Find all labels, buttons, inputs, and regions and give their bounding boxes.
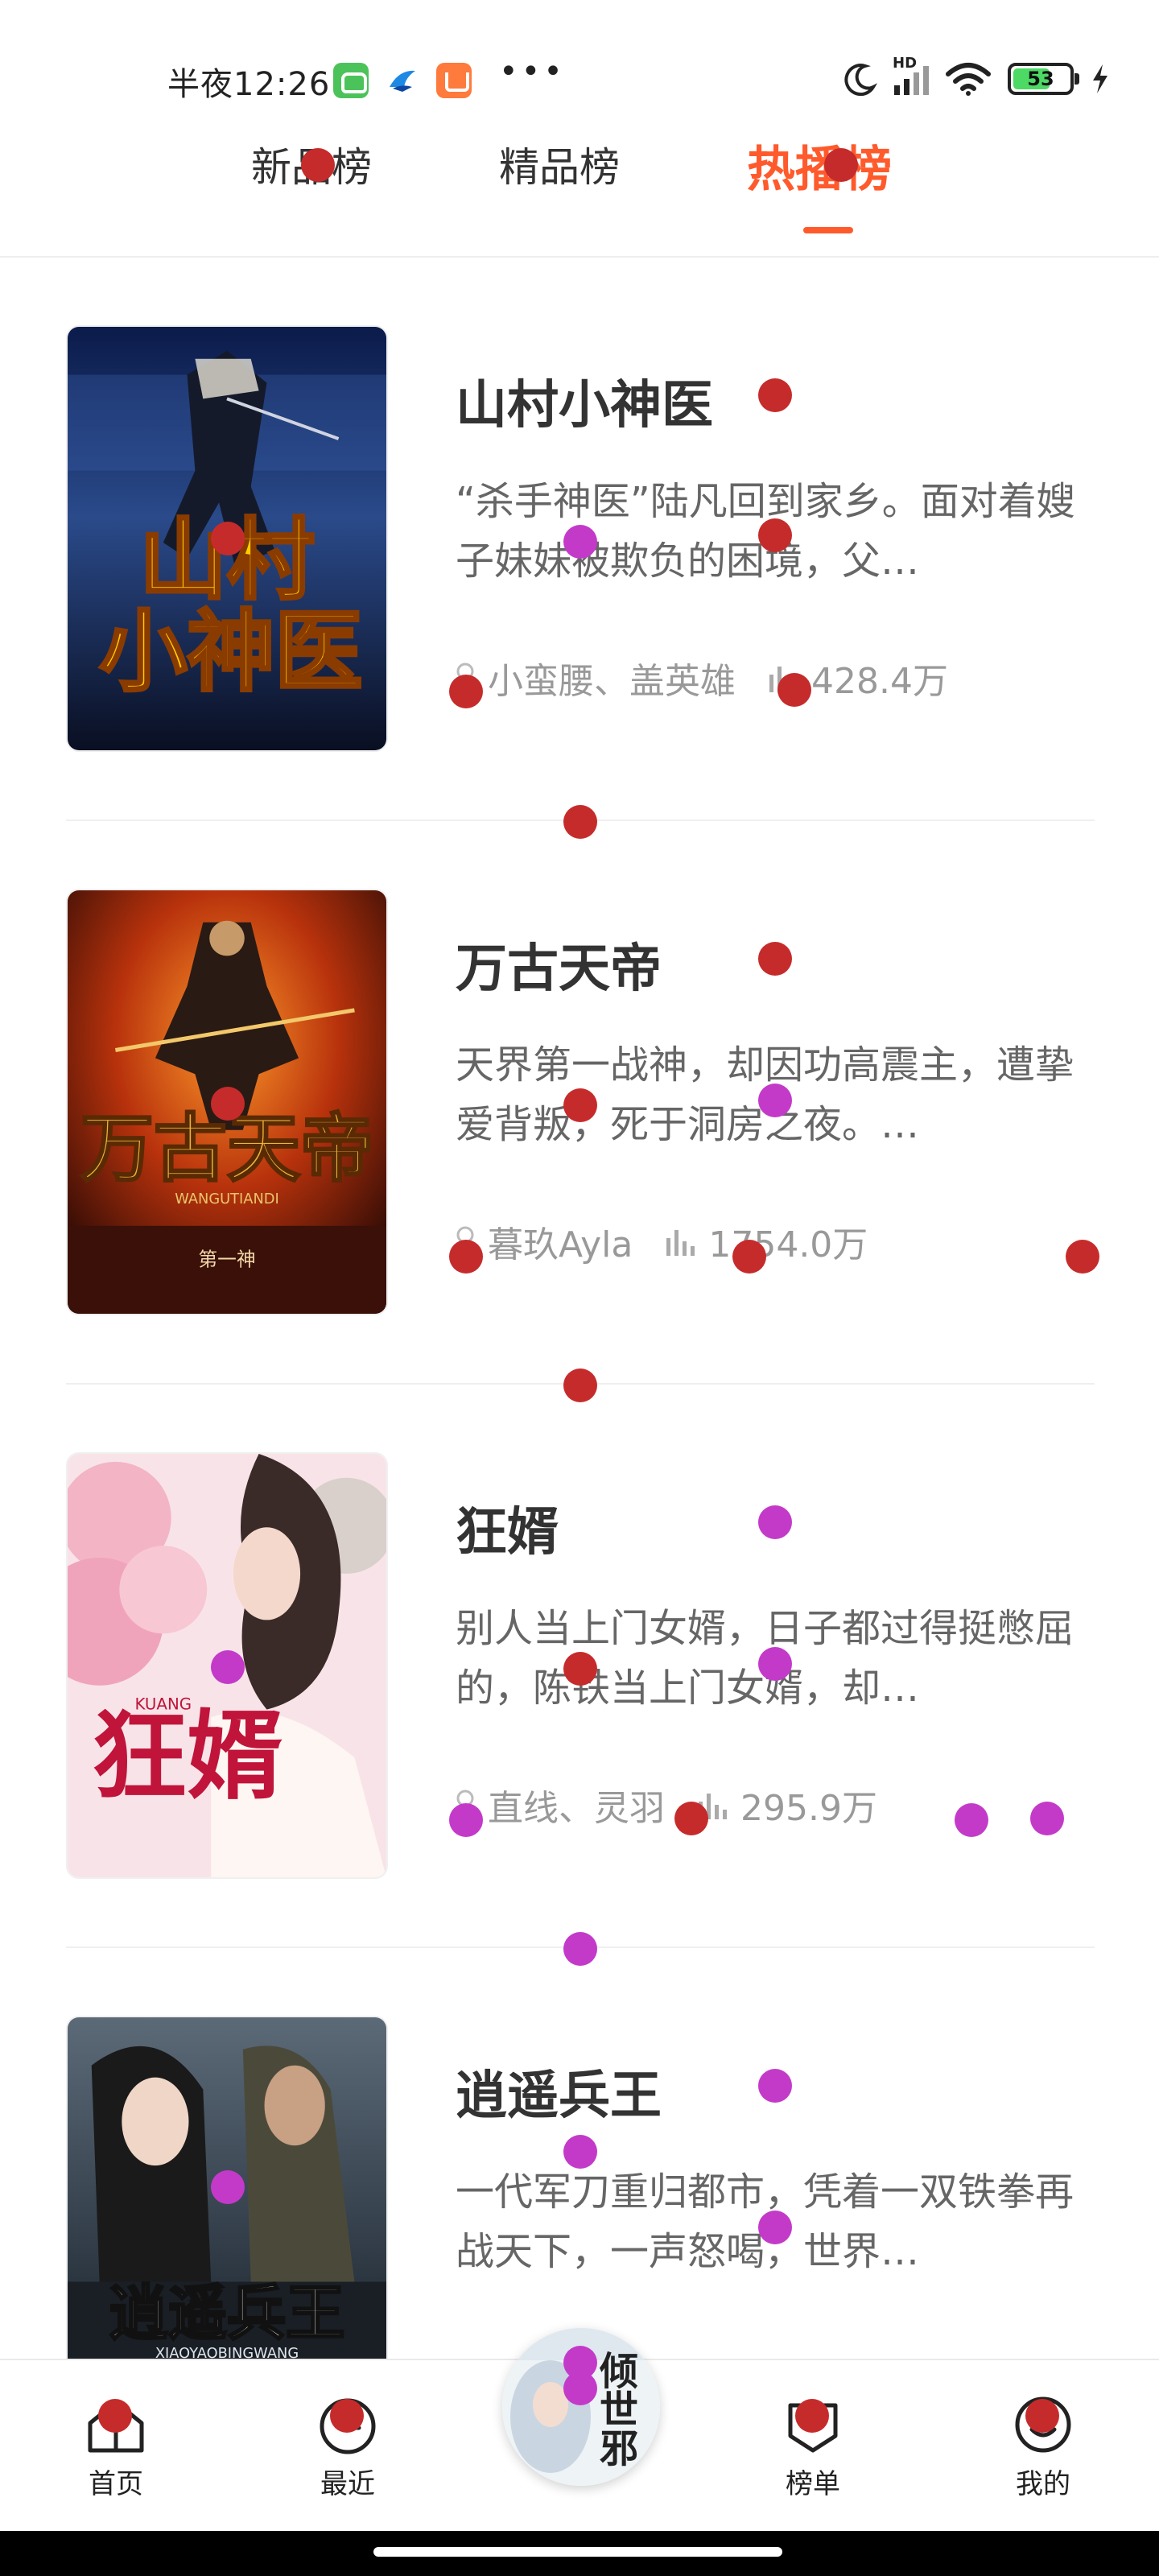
home-indicator[interactable] <box>373 2547 782 2557</box>
plays-icon <box>666 1230 695 1256</box>
marker-dot <box>563 525 597 559</box>
cover-sub-text: WANGUTIANDI <box>175 1191 279 1208</box>
nav-label: 榜单 <box>786 2468 840 2500</box>
nav-label: 最近 <box>320 2468 375 2500</box>
book-author: 暮玖Ayla <box>488 1224 633 1265</box>
book-item[interactable]: 山村 小神医 山村小神医 “杀手神医”陆凡回到家乡。面对着嫂子妹妹被欺负的困境，… <box>66 325 1095 889</box>
marker-dot <box>758 1647 792 1681</box>
tab-hot[interactable]: 热播榜 <box>747 130 892 200</box>
charging-bolt-icon <box>1093 64 1107 93</box>
marker-dot <box>563 2135 597 2169</box>
book-plays: 295.9万 <box>740 1788 877 1829</box>
marker-dot <box>955 1803 988 1837</box>
marker-dot <box>449 1240 483 1274</box>
book-item[interactable]: 万古天帝 WANGUTIANDI 第一神 万古天帝 天界第一战神，却因功高震主，… <box>66 889 1095 1452</box>
marker-dot <box>1030 1802 1064 1835</box>
cover-author-text: 第一神 <box>198 1248 255 1270</box>
status-time: 半夜12:26 <box>167 66 331 103</box>
ranking-tabs: 新品榜 精品榜 热播榜 <box>0 121 1159 258</box>
battery-level: 53 <box>1027 68 1054 90</box>
book-item[interactable]: 狂婿 KUANG 狂婿 别人当上门女婿，日子都过得挺憋屈的，陈铁当上门女婿，却…… <box>66 1452 1095 2016</box>
marker-dot <box>330 2399 364 2433</box>
marker-dot <box>732 1240 766 1274</box>
more-notifications-icon: ••• <box>499 53 566 90</box>
marker-dot <box>98 2399 132 2433</box>
now-playing-title: 倾世邪 <box>592 2351 639 2467</box>
marker-dot <box>777 673 811 707</box>
marker-dot <box>211 1650 245 1684</box>
status-bar: 半夜12:26 ••• HD 53 <box>0 0 1159 121</box>
cover-title-text: 逍遥兵王 <box>109 2280 345 2348</box>
book-title: 山村小神医 <box>456 376 713 436</box>
marker-dot <box>758 518 792 552</box>
status-right-group: HD 53 <box>843 55 1111 101</box>
bird-app-icon <box>385 63 420 98</box>
book-author: 小蛮腰、盖英雄 <box>488 661 736 702</box>
marker-dot <box>1025 2399 1059 2433</box>
marker-dot <box>1066 1240 1099 1274</box>
signal-icon: HD <box>893 55 929 95</box>
book-plays: 428.4万 <box>811 661 948 702</box>
marker-dot <box>563 1368 597 1402</box>
battery-icon: 53 <box>1008 63 1079 95</box>
book-author: 直线、灵羽 <box>488 1788 665 1829</box>
cover-sub-text: KUANG <box>134 1695 192 1714</box>
hd-badge: HD <box>893 55 918 72</box>
android-app-icon <box>333 63 369 98</box>
cover-title-text: 狂婿 <box>92 1700 283 1813</box>
nav-label: 我的 <box>1016 2468 1070 2500</box>
marker-dot <box>674 1802 708 1835</box>
marker-dot <box>758 378 792 412</box>
marker-dot <box>563 1652 597 1686</box>
active-tab-indicator <box>803 227 853 233</box>
book-title: 万古天帝 <box>456 939 662 999</box>
marker-dot <box>758 1505 792 1539</box>
marker-dot <box>211 1087 245 1121</box>
marker-dot <box>563 805 597 839</box>
app-root: 半夜12:26 ••• HD 53 精品榜 热播榜 山村 小神医 山村小神医 “… <box>0 0 1159 2576</box>
wifi-icon <box>946 63 991 96</box>
marker-dot <box>211 522 245 555</box>
marker-dot <box>211 2170 245 2204</box>
marker-dot <box>449 675 483 708</box>
marker-dot <box>758 2211 792 2244</box>
marker-dot <box>758 1084 792 1117</box>
book-meta: 小蛮腰、盖英雄 428.4万 <box>449 654 948 702</box>
tab-premium[interactable]: 精品榜 <box>499 135 620 193</box>
marker-dot <box>563 1088 597 1122</box>
nav-label: 首页 <box>89 2468 143 2500</box>
book-title: 狂婿 <box>456 1503 559 1563</box>
marker-dot <box>301 148 335 182</box>
marker-dot <box>563 1932 597 1966</box>
marker-dot <box>795 2399 829 2433</box>
marker-dot <box>449 1803 483 1837</box>
moon-icon <box>844 64 878 97</box>
shopping-bag-icon <box>436 63 472 98</box>
svg-text:小神医: 小神医 <box>100 601 363 704</box>
marker-dot <box>758 942 792 976</box>
marker-dot <box>563 2372 597 2405</box>
book-meta: 暮玖Ayla 1754.0万 <box>449 1217 868 1265</box>
book-meta: 直线、灵羽 295.9万 <box>449 1781 877 1829</box>
marker-dot <box>824 148 858 182</box>
book-title: 逍遥兵王 <box>456 2066 662 2126</box>
marker-dot <box>758 2069 792 2103</box>
